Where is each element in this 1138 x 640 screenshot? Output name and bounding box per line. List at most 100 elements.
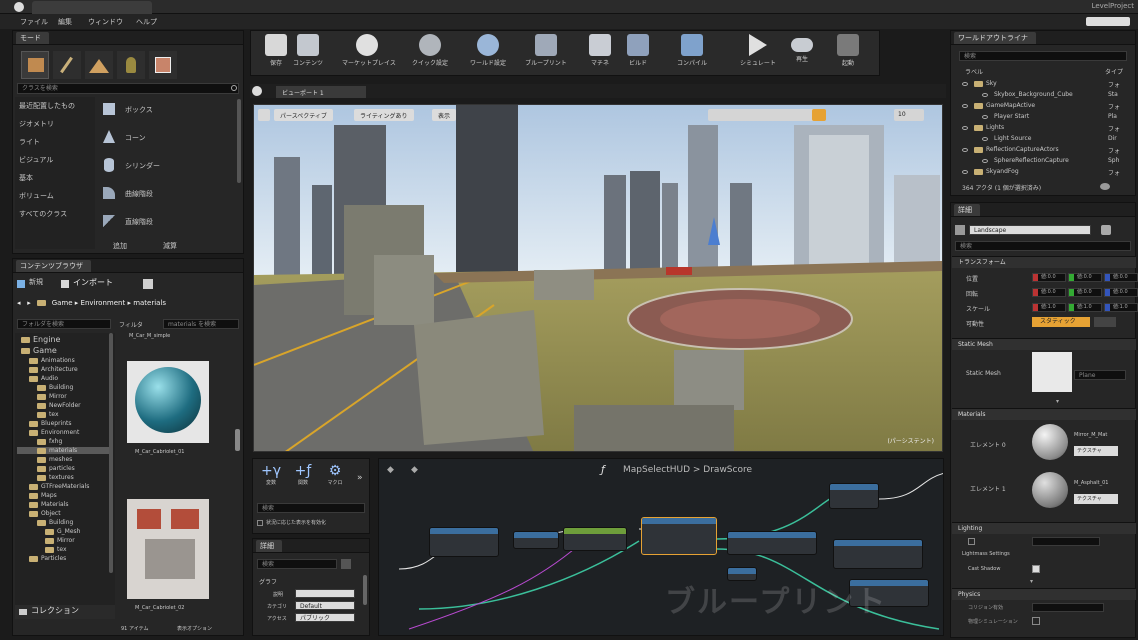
bp-details-search-input[interactable]: 検索 — [257, 559, 337, 569]
bp-access-select[interactable]: パブリック — [295, 613, 355, 622]
outliner-row-sky[interactable]: Sky — [962, 80, 997, 87]
filter-button[interactable]: フィルタ — [119, 320, 143, 329]
mobility-movable-button[interactable] — [1094, 317, 1116, 327]
viewport-options-button[interactable] — [258, 109, 270, 121]
outliner-col-label[interactable]: ラベル — [965, 67, 983, 76]
graph-node[interactable] — [829, 483, 879, 509]
outliner-tab[interactable]: ワールドアウトライナ — [954, 32, 1036, 44]
menu-window[interactable]: ウィンドウ — [88, 17, 123, 27]
import-button[interactable]: インポート — [61, 277, 131, 291]
tree-engine[interactable]: Engine — [21, 335, 60, 344]
physics-section-header[interactable]: Physics — [952, 588, 1136, 600]
outliner-row-gamemap[interactable]: GameMapActive — [962, 102, 1035, 109]
mode-landscape-icon[interactable] — [85, 51, 113, 79]
tree-object-building[interactable]: Building — [37, 519, 73, 526]
rotation-z-field[interactable]: 値:0.0 — [1104, 288, 1138, 297]
visibility-eye-icon[interactable] — [962, 147, 968, 152]
element0-thumbnail[interactable] — [1032, 424, 1068, 460]
palette-macro-button[interactable]: ⚙ マクロ — [321, 463, 349, 499]
asset-scrollbar[interactable] — [235, 429, 240, 451]
tree-mirror[interactable]: Mirror — [37, 393, 67, 400]
blueprint-graph[interactable]: ◆ ◆ ƒ MapSelectHUD > DrawScore ブループリント — [378, 458, 944, 636]
bp-details-tab[interactable]: 詳細 — [256, 540, 282, 552]
lighting-checkbox[interactable] — [968, 538, 975, 545]
search-help-field[interactable] — [1086, 17, 1130, 26]
outliner-row-lights[interactable]: Lights — [962, 124, 1004, 131]
details-search-input[interactable]: 検索 — [955, 241, 1131, 251]
path-materials[interactable]: materials — [133, 299, 166, 307]
folder-search-input[interactable]: フォルダを検索 — [17, 319, 111, 329]
place-item-linear-stair[interactable]: 直線階段 — [99, 211, 235, 233]
outliner-row-playerstart[interactable]: Player Start — [962, 113, 1029, 120]
show-button[interactable]: 表示 — [432, 109, 457, 121]
tree-maps[interactable]: Maps — [29, 492, 57, 499]
menu-edit[interactable]: 編集 — [58, 17, 72, 27]
tree-newfolder[interactable]: NewFolder — [37, 402, 81, 409]
element1-texture-button[interactable]: テクスチャ — [1074, 494, 1118, 504]
tree-particles[interactable]: particles — [37, 465, 75, 472]
viewport-tab[interactable]: ビューポート 1 — [276, 86, 366, 98]
outliner-row-skybox[interactable]: Skybox_Background_Cube — [962, 91, 1073, 98]
tree-animations[interactable]: Animations — [29, 357, 75, 364]
tree-environment[interactable]: Environment — [29, 429, 79, 436]
toolbar-blueprints-button[interactable]: ブループリント — [524, 30, 568, 74]
nav-back-icon[interactable]: ◂ — [17, 299, 25, 307]
tree-object-mirror[interactable]: Mirror — [45, 537, 75, 544]
tree-object[interactable]: Object — [29, 510, 61, 517]
path-environment[interactable]: Environment — [81, 299, 126, 307]
bp-grid-icon[interactable] — [341, 559, 351, 569]
bp-description-input[interactable] — [295, 589, 355, 598]
outliner-col-type[interactable]: タイプ — [1105, 67, 1123, 76]
graph-node[interactable] — [833, 539, 923, 569]
visibility-eye-icon[interactable] — [982, 136, 988, 141]
context-sensitive-checkbox[interactable]: 状況に応じた表示を有効化 — [257, 519, 326, 526]
tree-scrollbar[interactable] — [109, 333, 113, 573]
menu-help[interactable]: ヘルプ — [136, 17, 157, 27]
category-lights[interactable]: ライト — [19, 137, 40, 147]
mode-foliage-icon[interactable] — [117, 51, 145, 79]
cast-shadow-checkbox[interactable] — [1032, 565, 1040, 573]
physics-field[interactable] — [1032, 603, 1104, 612]
bp-graph-section[interactable]: グラフ — [259, 577, 277, 586]
rotation-x-field[interactable]: 値:0.0 — [1032, 288, 1066, 297]
graph-node[interactable] — [563, 527, 627, 551]
visibility-eye-icon[interactable] — [962, 81, 968, 86]
tree-game[interactable]: Game — [21, 346, 57, 355]
tree-meshes[interactable]: meshes — [37, 456, 72, 463]
element0-value[interactable]: Mirror_M_Mat — [1074, 432, 1107, 438]
class-search-input[interactable]: クラスを検索 — [17, 83, 239, 94]
tree-audio[interactable]: Audio — [29, 375, 58, 382]
lighting-expand-icon[interactable]: ▾ — [1030, 578, 1033, 585]
toolbar-launch-button[interactable]: 起動 — [826, 30, 870, 74]
snap-toggle[interactable] — [812, 109, 826, 121]
additive-option[interactable]: 追加 — [113, 241, 127, 251]
category-all-classes[interactable]: すべてのクラス — [19, 209, 67, 219]
details-tab[interactable]: 詳細 — [954, 204, 980, 216]
collections-header[interactable]: コレクション — [15, 605, 115, 619]
mobility-static-button[interactable]: スタティック — [1032, 317, 1090, 327]
visibility-eye-icon[interactable] — [962, 103, 968, 108]
category-geometry[interactable]: ジオメトリ — [19, 119, 54, 129]
location-x-field[interactable]: 値:0.0 — [1032, 273, 1066, 282]
lightmass-settings-label[interactable]: Lightmass Settings — [962, 551, 1010, 557]
path-game[interactable]: Game — [52, 299, 73, 307]
tree-architecture[interactable]: Architecture — [29, 366, 78, 373]
scale-y-field[interactable]: 値:1.0 — [1068, 303, 1102, 312]
outliner-row-lightsource[interactable]: Light Source — [962, 135, 1032, 142]
visibility-eye-icon[interactable] — [982, 92, 988, 97]
modes-scrollbar[interactable] — [237, 99, 241, 183]
category-visual[interactable]: ビジュアル — [19, 155, 53, 165]
camera-speed[interactable]: 10 — [894, 109, 924, 121]
tree-object-tex[interactable]: tex — [45, 546, 67, 553]
tree-materials[interactable]: Materials — [29, 501, 69, 508]
lock-icon[interactable] — [1101, 225, 1111, 235]
toolbar-simulate-button[interactable]: シミュレート — [736, 30, 780, 74]
lighting-section-header[interactable]: Lighting — [952, 522, 1136, 534]
menu-file[interactable]: ファイル — [20, 17, 48, 27]
palette-variable-button[interactable]: +γ 変数 — [257, 463, 285, 499]
outliner-row-skyfog[interactable]: SkyandFog — [962, 168, 1019, 175]
add-new-button[interactable]: 新規 — [17, 277, 57, 291]
asset-tile-1[interactable]: M_Car_M_simple M_Car_Cabriolet_01 — [121, 333, 213, 461]
graph-node[interactable] — [513, 531, 559, 549]
element1-value[interactable]: M_Asphalt_01 — [1074, 480, 1108, 486]
